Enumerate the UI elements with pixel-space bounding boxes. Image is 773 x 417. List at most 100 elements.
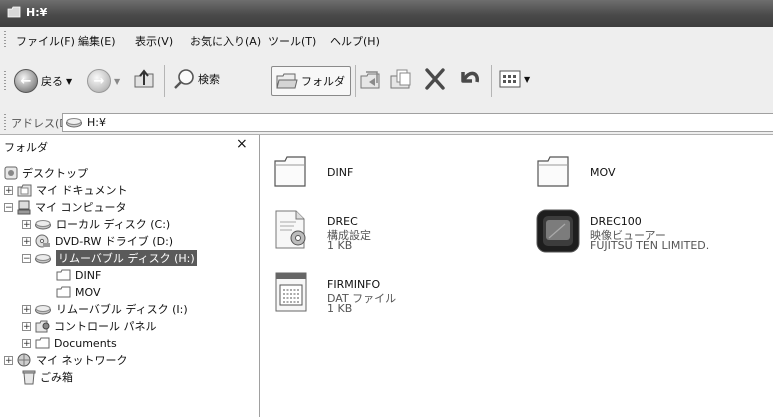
video-viewer-icon <box>536 209 580 253</box>
dropdown-arrow-icon: ▼ <box>114 76 121 86</box>
dat-file-icon <box>275 272 307 312</box>
file-tile-firminfo[interactable]: FIRMINFO DAT ファイル 1 KB <box>272 271 512 319</box>
window-title: H:¥ <box>26 6 48 19</box>
file-tile-drec[interactable]: DREC 構成設定 1 KB <box>272 208 512 256</box>
tree-item-my-documents[interactable]: + マイ ドキュメント <box>4 182 128 198</box>
expand-icon[interactable]: + <box>4 355 13 365</box>
file-tile-drec100[interactable]: DREC100 映像ビューアー FUJITSU TEN LIMITED. <box>535 208 771 260</box>
my-documents-icon <box>17 184 32 197</box>
menu-view[interactable]: 表示(V) <box>135 33 173 49</box>
expand-icon[interactable]: + <box>22 219 31 229</box>
recycle-bin-icon <box>22 370 36 384</box>
folder-icon <box>35 337 50 349</box>
collapse-icon[interactable]: − <box>4 202 13 212</box>
expand-icon[interactable]: + <box>22 321 31 331</box>
desktop-icon <box>4 166 18 180</box>
expand-icon[interactable]: + <box>22 236 31 246</box>
folder-icon <box>7 6 21 18</box>
removable-drive-icon <box>35 304 51 314</box>
local-disk-icon <box>35 219 51 229</box>
delete-x-icon <box>425 68 445 90</box>
tree-item-label: リムーバブル ディスク (I:) <box>56 303 188 316</box>
tree-item-my-network[interactable]: + マイ ネットワーク <box>4 352 128 368</box>
tree-item-label: ローカル ディスク (C:) <box>56 218 171 231</box>
tree-item-mov[interactable]: MOV <box>56 284 100 300</box>
toolbar: ← 戻る ▼ → ▼ 検索 フォルダ ▼ <box>0 51 773 111</box>
tree-item-removable-disk-i[interactable]: + リムーバブル ディスク (I:) <box>22 301 188 317</box>
folder-pane-header: フォルダ × <box>0 135 259 155</box>
menu-file[interactable]: ファイル(F) <box>16 33 75 49</box>
tree-item-label: DINF <box>75 268 102 282</box>
back-arrow-icon: ← <box>14 69 38 93</box>
expand-icon[interactable]: + <box>4 185 13 195</box>
expand-icon[interactable]: + <box>22 338 31 348</box>
tree-item-local-disk-c[interactable]: + ローカル ディスク (C:) <box>22 216 170 232</box>
forward-button[interactable]: → ▼ <box>87 69 120 93</box>
up-folder-icon <box>134 69 154 88</box>
up-folder-button[interactable] <box>132 67 156 91</box>
tree-item-label: Documents <box>54 336 117 350</box>
folder-pane-title: フォルダ <box>4 141 48 154</box>
tree-item-label: デスクトップ <box>22 167 88 180</box>
file-size: 1 KB <box>327 302 353 315</box>
search-icon <box>174 69 194 89</box>
tree-item-control-panel[interactable]: + コントロール パネル <box>22 318 157 334</box>
delete-button[interactable] <box>423 66 447 92</box>
menu-help[interactable]: ヘルプ(H) <box>330 33 380 49</box>
removable-drive-icon <box>66 118 82 128</box>
tree-item-dvd-drive[interactable]: + DVD-RW ドライブ (D:) <box>22 233 173 249</box>
my-computer-icon <box>17 200 31 214</box>
copy-to-button[interactable] <box>389 68 413 92</box>
back-button[interactable]: ← 戻る ▼ <box>14 69 72 93</box>
dvd-drive-icon <box>35 234 50 248</box>
undo-icon <box>461 71 479 83</box>
move-to-button[interactable] <box>359 68 383 92</box>
toolbar-separator <box>355 65 356 97</box>
control-panel-icon <box>35 320 50 333</box>
menu-favorites[interactable]: お気に入り(A) <box>190 33 261 49</box>
file-list-pane: DINF MOV DREC 構成設定 1 KB DREC100 映像ビューアー … <box>260 135 773 417</box>
config-file-icon <box>275 210 306 249</box>
tree-item-dinf[interactable]: DINF <box>56 267 101 283</box>
toolbar-separator <box>164 65 165 97</box>
back-label: 戻る <box>41 75 63 88</box>
tree-item-documents[interactable]: + Documents <box>22 335 117 351</box>
folders-button[interactable]: フォルダ <box>271 66 351 96</box>
file-tile-mov[interactable]: MOV <box>535 151 765 197</box>
views-button[interactable]: ▼ <box>499 70 530 88</box>
file-name: DINF <box>327 166 354 179</box>
tree-item-desktop[interactable]: デスクトップ <box>4 165 88 181</box>
file-size: 1 KB <box>327 239 353 252</box>
address-value: H:¥ <box>87 116 106 129</box>
toolbar-grip <box>4 71 6 91</box>
addressbar-grip <box>4 114 6 130</box>
tree-item-label: ごみ箱 <box>40 371 73 384</box>
undo-button[interactable] <box>457 66 481 92</box>
file-tile-dinf[interactable]: DINF <box>272 151 512 197</box>
tree-item-my-computer[interactable]: − マイ コンピュータ <box>4 199 127 215</box>
close-icon[interactable]: × <box>236 136 248 152</box>
tree-item-recycle-bin[interactable]: ごみ箱 <box>22 369 73 385</box>
address-bar: アドレス(D) H:¥ <box>0 110 773 135</box>
folder-icon <box>56 269 71 281</box>
title-bar: H:¥ <box>0 0 773 27</box>
expand-icon[interactable]: + <box>22 304 31 314</box>
folder-icon <box>274 156 306 187</box>
collapse-icon[interactable]: − <box>22 253 31 263</box>
file-name: MOV <box>590 166 616 179</box>
search-label: 検索 <box>198 73 220 86</box>
tree-item-label: MOV <box>75 285 101 299</box>
toolbar-separator <box>491 65 492 97</box>
search-button[interactable]: 検索 <box>173 68 220 90</box>
menu-edit[interactable]: 編集(E) <box>78 33 116 49</box>
views-icon <box>499 70 521 88</box>
folder-icon <box>537 156 569 187</box>
folders-label: フォルダ <box>301 75 345 88</box>
address-input[interactable]: H:¥ <box>62 113 773 132</box>
forward-arrow-icon: → <box>87 69 111 93</box>
tree-item-label: DVD-RW ドライブ (D:) <box>55 235 174 248</box>
menu-tools[interactable]: ツール(T) <box>268 33 316 49</box>
removable-drive-icon <box>35 253 51 263</box>
folders-icon <box>276 73 298 89</box>
tree-item-removable-disk-h[interactable]: − リムーバブル ディスク (H:) <box>22 250 197 266</box>
